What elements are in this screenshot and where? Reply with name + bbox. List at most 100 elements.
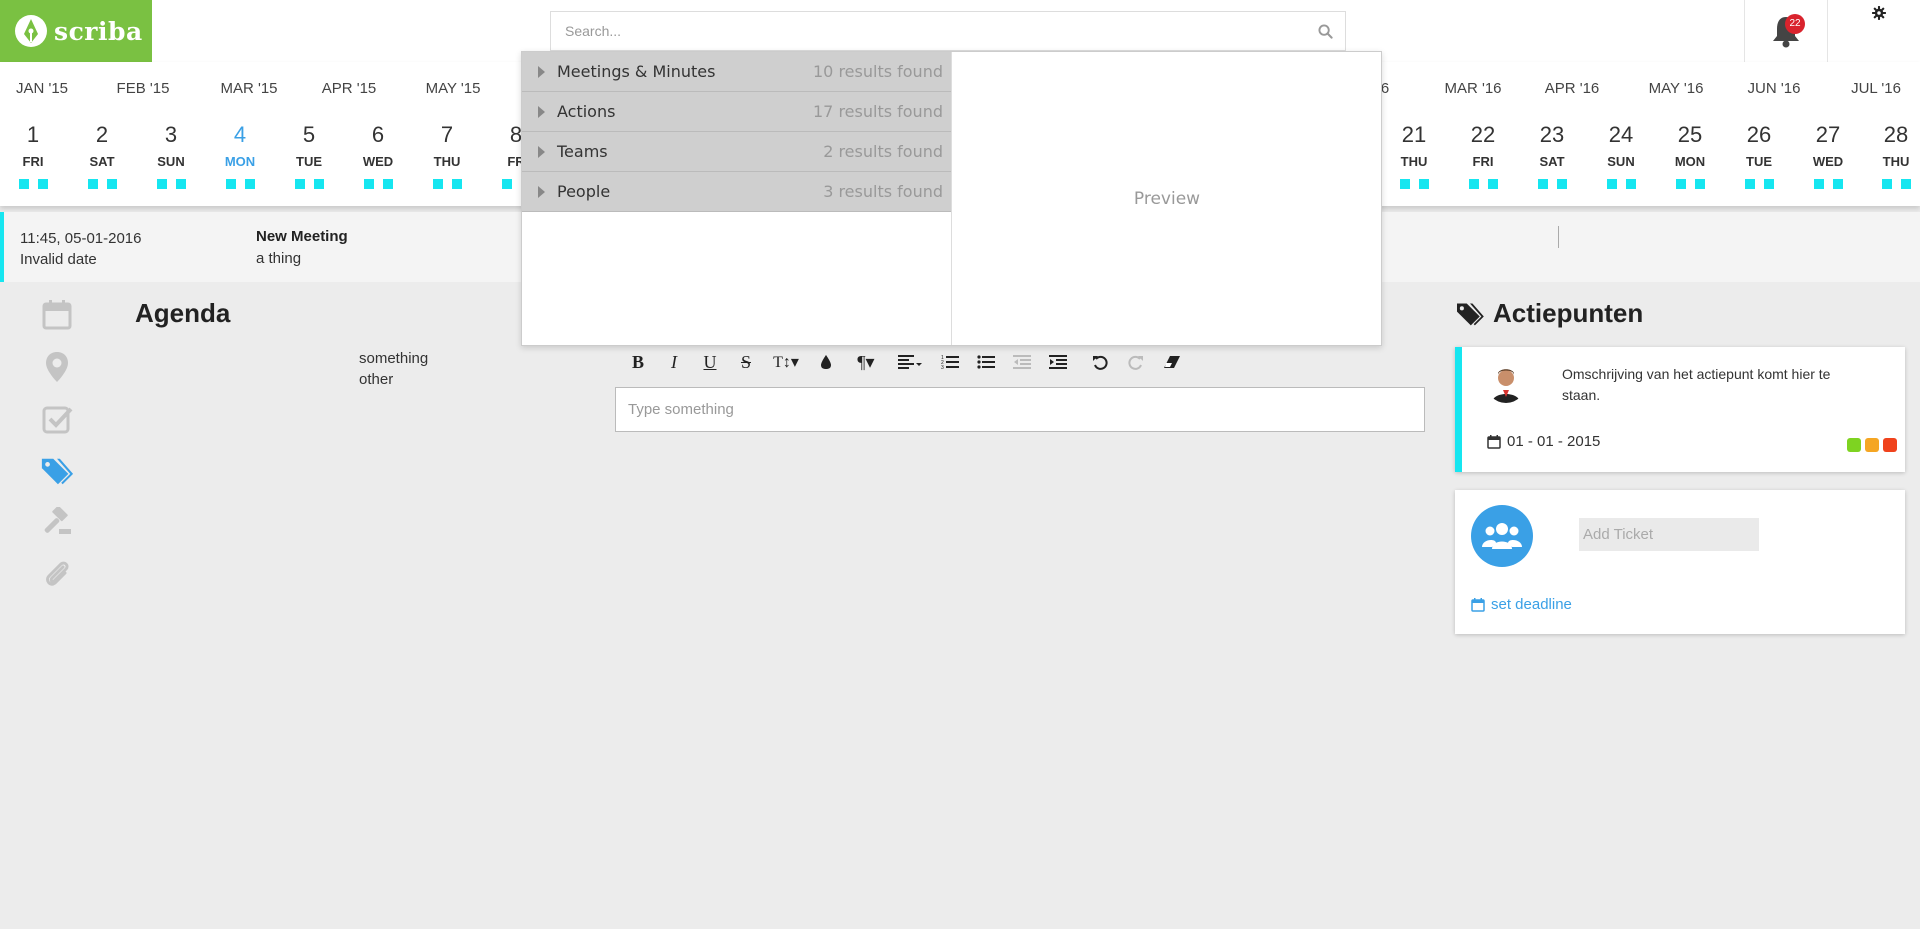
day-column[interactable]: 24 SUN xyxy=(1591,122,1651,189)
weekday: SUN xyxy=(157,154,185,169)
tags-icon xyxy=(1457,302,1484,325)
outdent-button[interactable] xyxy=(1004,348,1040,376)
month-label[interactable]: APR '15 xyxy=(322,80,377,97)
priority-medium[interactable] xyxy=(1865,438,1879,452)
team-avatar[interactable] xyxy=(1471,505,1533,567)
search-preview-pane: Preview xyxy=(1133,188,1201,209)
weekday: THU xyxy=(1882,154,1910,169)
action-description: Omschrijving van het actiepunt komt hier… xyxy=(1562,366,1831,403)
month-label[interactable]: APR '16 xyxy=(1545,80,1600,97)
day-column[interactable]: 25 MON xyxy=(1660,122,1720,189)
month-label[interactable]: JUL '16 xyxy=(1851,80,1901,97)
caret-right-icon xyxy=(538,65,545,78)
meeting-subtitle: a thing xyxy=(256,250,302,267)
meeting-date-status: Invalid date xyxy=(20,251,97,268)
day-column[interactable]: 6 WED xyxy=(348,122,408,189)
svg-text:3: 3 xyxy=(941,365,944,370)
day-number: 25 xyxy=(1677,122,1703,147)
italic-button[interactable]: I xyxy=(656,348,692,376)
day-column[interactable]: 7 THU xyxy=(417,122,477,189)
month-label-partial[interactable]: 6 xyxy=(1381,80,1389,97)
gavel-icon[interactable] xyxy=(40,506,74,540)
notifications-button[interactable]: 22 xyxy=(1744,0,1828,62)
agenda-item[interactable]: something xyxy=(359,348,428,369)
day-column[interactable]: 23 SAT xyxy=(1522,122,1582,189)
day-column[interactable]: 28 THU xyxy=(1866,122,1920,189)
paragraph-dropdown[interactable]: ¶▾ xyxy=(844,348,888,376)
font-size-dropdown[interactable]: T↕▾ xyxy=(764,348,808,376)
search-icon[interactable] xyxy=(1318,24,1333,39)
day-number: 4 xyxy=(233,122,247,147)
event-markers xyxy=(141,179,201,189)
day-column-selected[interactable]: 4 MON xyxy=(210,122,270,189)
month-label[interactable]: MAY '16 xyxy=(1649,80,1704,97)
event-markers xyxy=(210,179,270,189)
day-column[interactable]: 26 TUE xyxy=(1729,122,1789,189)
caret-right-icon xyxy=(538,145,545,158)
color-button[interactable] xyxy=(808,348,844,376)
indent-button[interactable] xyxy=(1040,348,1076,376)
tags-icon[interactable] xyxy=(40,454,74,488)
map-marker-icon[interactable] xyxy=(40,350,74,384)
paperclip-icon[interactable] xyxy=(40,558,74,592)
day-column[interactable]: 27 WED xyxy=(1798,122,1858,189)
weekday: TUE xyxy=(1746,154,1772,169)
list-ol-icon: 123 xyxy=(941,355,959,370)
align-dropdown[interactable] xyxy=(888,348,932,376)
month-label[interactable]: JAN '15 xyxy=(16,80,68,97)
action-date: 01 - 01 - 2015 xyxy=(1507,433,1601,450)
search-input[interactable] xyxy=(551,12,1345,50)
search-box[interactable] xyxy=(550,11,1346,51)
day-column[interactable]: 2 SAT xyxy=(72,122,132,189)
gear-icon[interactable] xyxy=(1872,6,1886,20)
ordered-list-button[interactable]: 123 xyxy=(932,348,968,376)
result-category-label: Meetings & Minutes xyxy=(557,62,716,81)
action-card[interactable]: Omschrijving van het actiepunt komt hier… xyxy=(1455,347,1905,472)
result-category-meetings[interactable]: Meetings & Minutes 10 results found xyxy=(522,52,951,92)
underline-button[interactable]: U xyxy=(692,348,728,376)
set-deadline-link[interactable]: set deadline xyxy=(1471,596,1572,613)
weekday: WED xyxy=(1812,154,1844,169)
day-column[interactable]: 1 FRI xyxy=(3,122,63,189)
month-label[interactable]: MAY '15 xyxy=(426,80,481,97)
add-ticket-input[interactable] xyxy=(1579,518,1759,551)
day-number: 24 xyxy=(1608,122,1634,147)
note-editor[interactable]: Type something xyxy=(615,387,1425,432)
result-category-label: People xyxy=(557,182,611,201)
clear-format-button[interactable] xyxy=(1154,348,1190,376)
month-label[interactable]: MAR '15 xyxy=(220,80,277,97)
day-number: 28 xyxy=(1883,122,1909,147)
day-column[interactable]: 3 SUN xyxy=(141,122,201,189)
priority-selector[interactable] xyxy=(1847,438,1897,452)
calendar-icon[interactable] xyxy=(40,298,74,332)
result-category-people[interactable]: People 3 results found xyxy=(522,172,951,212)
undo-button[interactable] xyxy=(1082,348,1118,376)
agenda-item[interactable]: other xyxy=(359,369,428,390)
meeting-time: 11:45, 05-01-2016 xyxy=(20,230,142,247)
redo-icon xyxy=(1128,355,1143,370)
day-column[interactable]: 22 FRI xyxy=(1453,122,1513,189)
calendar-icon xyxy=(1487,434,1501,449)
weekday: MON xyxy=(1674,154,1706,169)
check-square-icon[interactable] xyxy=(40,402,74,436)
caret-right-icon xyxy=(538,185,545,198)
month-label[interactable]: FEB '15 xyxy=(117,80,170,97)
month-label[interactable]: JUN '16 xyxy=(1748,80,1801,97)
redo-button[interactable] xyxy=(1118,348,1154,376)
unordered-list-button[interactable] xyxy=(968,348,1004,376)
event-markers xyxy=(1453,179,1513,189)
day-number: 3 xyxy=(164,122,178,147)
strikethrough-button[interactable]: S xyxy=(728,348,764,376)
day-column[interactable]: 21 THU xyxy=(1384,122,1444,189)
agenda-heading: Agenda xyxy=(135,298,231,328)
result-category-actions[interactable]: Actions 17 results found xyxy=(522,92,951,132)
result-category-teams[interactable]: Teams 2 results found xyxy=(522,132,951,172)
indent-icon xyxy=(1049,355,1067,369)
priority-low[interactable] xyxy=(1847,438,1861,452)
scriba-logo[interactable]: scriba xyxy=(0,0,152,62)
month-label[interactable]: MAR '16 xyxy=(1444,80,1501,97)
priority-high[interactable] xyxy=(1883,438,1897,452)
day-column[interactable]: 5 TUE xyxy=(279,122,339,189)
event-markers xyxy=(3,179,63,189)
bold-button[interactable]: B xyxy=(620,348,656,376)
